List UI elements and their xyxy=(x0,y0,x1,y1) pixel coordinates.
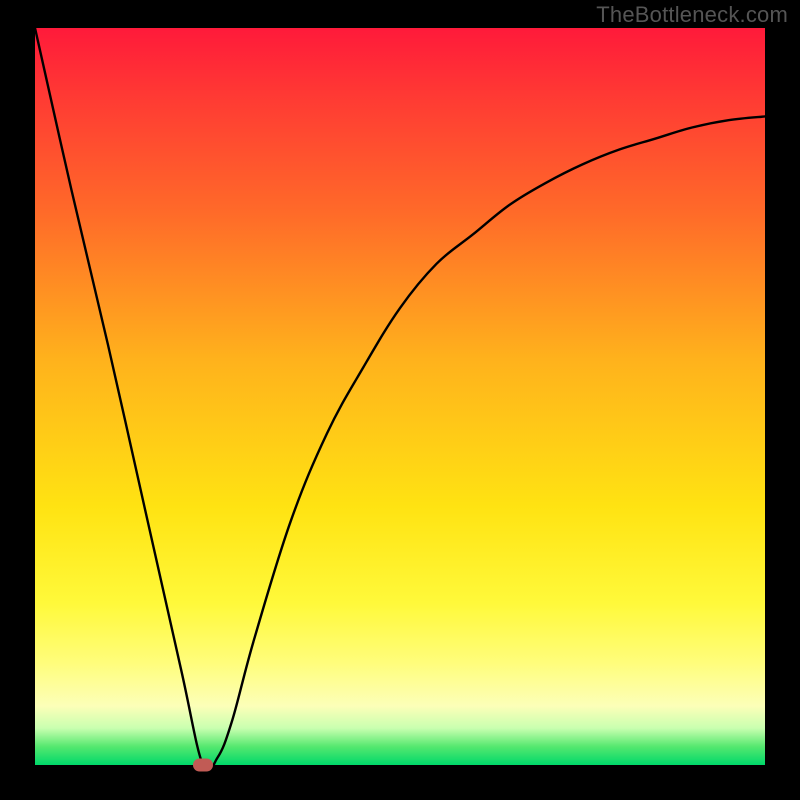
curve-layer xyxy=(35,28,765,765)
plot-area xyxy=(35,28,765,765)
watermark-text: TheBottleneck.com xyxy=(596,2,788,28)
minimum-marker xyxy=(193,759,213,772)
bottleneck-curve xyxy=(35,28,765,765)
